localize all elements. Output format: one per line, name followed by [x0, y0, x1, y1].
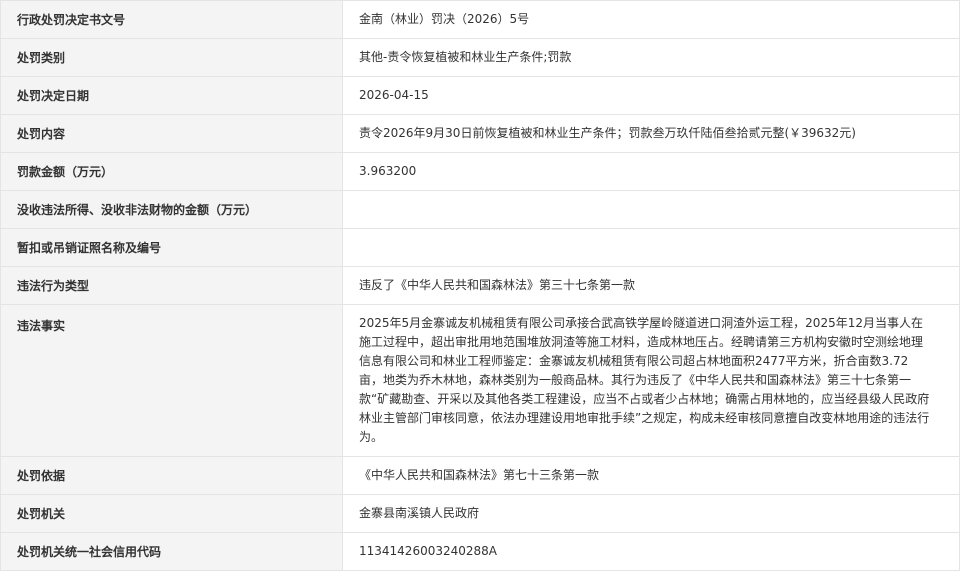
row-violation-facts: 违法事实 2025年5月金寨诚友机械租赁有限公司承接合武高铁学屋岭隧道进口洞渣外… — [0, 304, 960, 457]
violation-facts-value: 2025年5月金寨诚友机械租赁有限公司承接合武高铁学屋岭隧道进口洞渣外运工程，2… — [359, 316, 930, 444]
field-label: 处罚决定日期 — [0, 76, 343, 115]
row-penalty-authority: 处罚机关 金寨县南溪镇人民政府 — [0, 494, 960, 533]
penalty-basis-value: 《中华人民共和国森林法》第七十三条第一款 — [359, 468, 600, 482]
field-value: 11341426003240288A — [342, 532, 960, 571]
row-license-revocation: 暂扣或吊销证照名称及编号 — [0, 228, 960, 267]
penalty-content-value: 责令2026年9月30日前恢复植被和林业生产条件；罚款叁万玖仟陆佰叁拾贰元整(￥… — [359, 126, 856, 140]
field-label: 行政处罚决定书文号 — [0, 0, 343, 39]
field-value — [342, 228, 960, 267]
field-label: 处罚类别 — [0, 38, 343, 77]
penalty-authority-value: 金寨县南溪镇人民政府 — [359, 506, 480, 520]
field-label: 处罚机关统一社会信用代码 — [0, 532, 343, 571]
row-penalty-content: 处罚内容 责令2026年9月30日前恢复植被和林业生产条件；罚款叁万玖仟陆佰叁拾… — [0, 114, 960, 153]
field-value: 2025年5月金寨诚友机械租赁有限公司承接合武高铁学屋岭隧道进口洞渣外运工程，2… — [342, 304, 960, 457]
field-value: 《中华人民共和国森林法》第七十三条第一款 — [342, 456, 960, 495]
field-value: 责令2026年9月30日前恢复植被和林业生产条件；罚款叁万玖仟陆佰叁拾贰元整(￥… — [342, 114, 960, 153]
row-decision-number: 行政处罚决定书文号 金南（林业）罚决（2026）5号 — [0, 0, 960, 39]
decision-number-value: 金南（林业）罚决（2026）5号 — [359, 12, 530, 26]
row-violation-type: 违法行为类型 违反了《中华人民共和国森林法》第三十七条第一款 — [0, 266, 960, 305]
field-value: 金寨县南溪镇人民政府 — [342, 494, 960, 533]
decision-date-value: 2026-04-15 — [359, 88, 429, 102]
field-label: 处罚机关 — [0, 494, 343, 533]
field-label: 处罚内容 — [0, 114, 343, 153]
fine-amount-value: 3.963200 — [359, 164, 417, 178]
row-credit-code: 处罚机关统一社会信用代码 11341426003240288A — [0, 532, 960, 571]
field-value: 3.963200 — [342, 152, 960, 191]
credit-code-value: 11341426003240288A — [359, 544, 497, 558]
field-value — [342, 190, 960, 229]
row-confiscation-amount: 没收违法所得、没收非法财物的金额（万元） — [0, 190, 960, 229]
row-fine-amount: 罚款金额（万元） 3.963200 — [0, 152, 960, 191]
row-decision-date: 处罚决定日期 2026-04-15 — [0, 76, 960, 115]
penalty-category-value: 其他-责令恢复植被和林业生产条件;罚款 — [359, 50, 572, 64]
violation-type-value: 违反了《中华人民共和国森林法》第三十七条第一款 — [359, 278, 636, 292]
field-value: 违反了《中华人民共和国森林法》第三十七条第一款 — [342, 266, 960, 305]
field-label: 处罚依据 — [0, 456, 343, 495]
field-value: 金南（林业）罚决（2026）5号 — [342, 0, 960, 39]
field-label: 违法行为类型 — [0, 266, 343, 305]
field-label: 罚款金额（万元） — [0, 152, 343, 191]
row-penalty-basis: 处罚依据 《中华人民共和国森林法》第七十三条第一款 — [0, 456, 960, 495]
field-label: 暂扣或吊销证照名称及编号 — [0, 228, 343, 267]
row-penalty-category: 处罚类别 其他-责令恢复植被和林业生产条件;罚款 — [0, 38, 960, 77]
penalty-record-table: 行政处罚决定书文号 金南（林业）罚决（2026）5号 处罚类别 其他-责令恢复植… — [0, 0, 960, 571]
field-label: 违法事实 — [0, 304, 343, 457]
field-value: 其他-责令恢复植被和林业生产条件;罚款 — [342, 38, 960, 77]
field-value: 2026-04-15 — [342, 76, 960, 115]
field-label: 没收违法所得、没收非法财物的金额（万元） — [0, 190, 343, 229]
